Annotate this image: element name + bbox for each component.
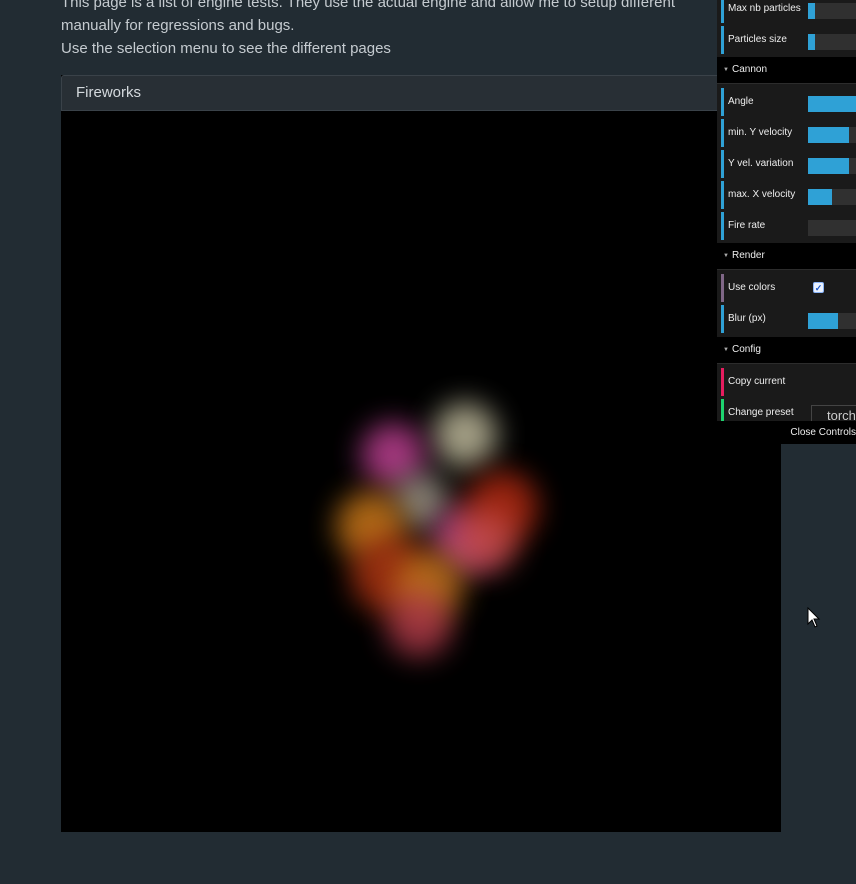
max-particles-control[interactable]: Max nb particles <box>721 0 856 23</box>
intro-line-1: This page is a list of engine tests. The… <box>61 0 675 11</box>
max-particles-slider[interactable] <box>808 3 856 19</box>
copy-current-label: Copy current <box>728 376 786 387</box>
y-vel-variation-label: Y vel. variation <box>728 158 794 169</box>
fireworks-canvas[interactable] <box>61 111 781 832</box>
render-folder[interactable]: ▼ Render <box>717 243 856 270</box>
use-colors-label: Use colors <box>728 282 776 293</box>
angle-slider[interactable] <box>808 96 856 112</box>
slider-fill <box>808 3 816 19</box>
use-colors-control[interactable]: Use colors ✓ <box>721 274 856 302</box>
slider-fill <box>808 127 849 143</box>
min-y-velocity-label: min. Y velocity <box>728 127 793 138</box>
angle-label: Angle <box>728 96 754 107</box>
slider-fill <box>808 96 856 112</box>
blur-control[interactable]: Blur (px) <box>721 305 856 333</box>
blur-slider[interactable] <box>808 313 856 329</box>
slider-fill <box>808 189 833 205</box>
slider-fill <box>808 34 816 50</box>
particles-size-label: Particles size <box>728 34 787 45</box>
particles-size-slider[interactable] <box>808 34 856 50</box>
y-vel-variation-control[interactable]: Y vel. variation <box>721 150 856 178</box>
max-particles-label: Max nb particles <box>728 3 801 14</box>
angle-control[interactable]: Angle <box>721 88 856 116</box>
config-folder-title: Config <box>732 344 761 355</box>
controls-panel: Max nb particles Particles size ▼ Cannon… <box>717 0 856 444</box>
particle <box>456 511 518 573</box>
triangle-down-icon: ▼ <box>723 347 729 353</box>
fire-rate-control[interactable]: Fire rate <box>721 212 856 240</box>
y-vel-variation-slider[interactable] <box>808 158 856 174</box>
cannon-folder[interactable]: ▼ Cannon <box>717 57 856 84</box>
copy-current-button[interactable]: Copy current <box>721 368 856 396</box>
intro-line-3: Use the selection menu to see the differ… <box>61 40 391 57</box>
render-folder-title: Render <box>732 250 765 261</box>
change-preset-label: Change preset <box>728 407 794 418</box>
max-x-velocity-label: max. X velocity <box>728 189 796 200</box>
triangle-down-icon: ▼ <box>723 253 729 259</box>
fireworks-panel: Fireworks <box>61 75 781 832</box>
intro-text: This page is a list of engine tests. The… <box>61 0 711 60</box>
fire-rate-label: Fire rate <box>728 220 766 231</box>
mouse-cursor-icon <box>807 607 821 628</box>
max-x-velocity-control[interactable]: max. X velocity <box>721 181 856 209</box>
particle <box>433 403 497 467</box>
fire-rate-slider[interactable] <box>808 220 856 236</box>
slider-fill <box>808 158 849 174</box>
slider-fill <box>808 313 838 329</box>
use-colors-checkbox[interactable]: ✓ <box>813 282 824 293</box>
panel-title: Fireworks <box>61 75 781 111</box>
max-x-velocity-slider[interactable] <box>808 189 856 205</box>
particles-size-control[interactable]: Particles size <box>721 26 856 54</box>
min-y-velocity-control[interactable]: min. Y velocity <box>721 119 856 147</box>
close-controls-button[interactable]: Close Controls <box>717 421 856 444</box>
blur-label: Blur (px) <box>728 313 766 324</box>
cannon-folder-title: Cannon <box>732 64 768 75</box>
min-y-velocity-slider[interactable] <box>808 127 856 143</box>
intro-line-2: manually for regressions and bugs. <box>61 17 295 34</box>
triangle-down-icon: ▼ <box>723 67 729 73</box>
config-folder[interactable]: ▼ Config <box>717 337 856 364</box>
particle <box>386 591 452 657</box>
